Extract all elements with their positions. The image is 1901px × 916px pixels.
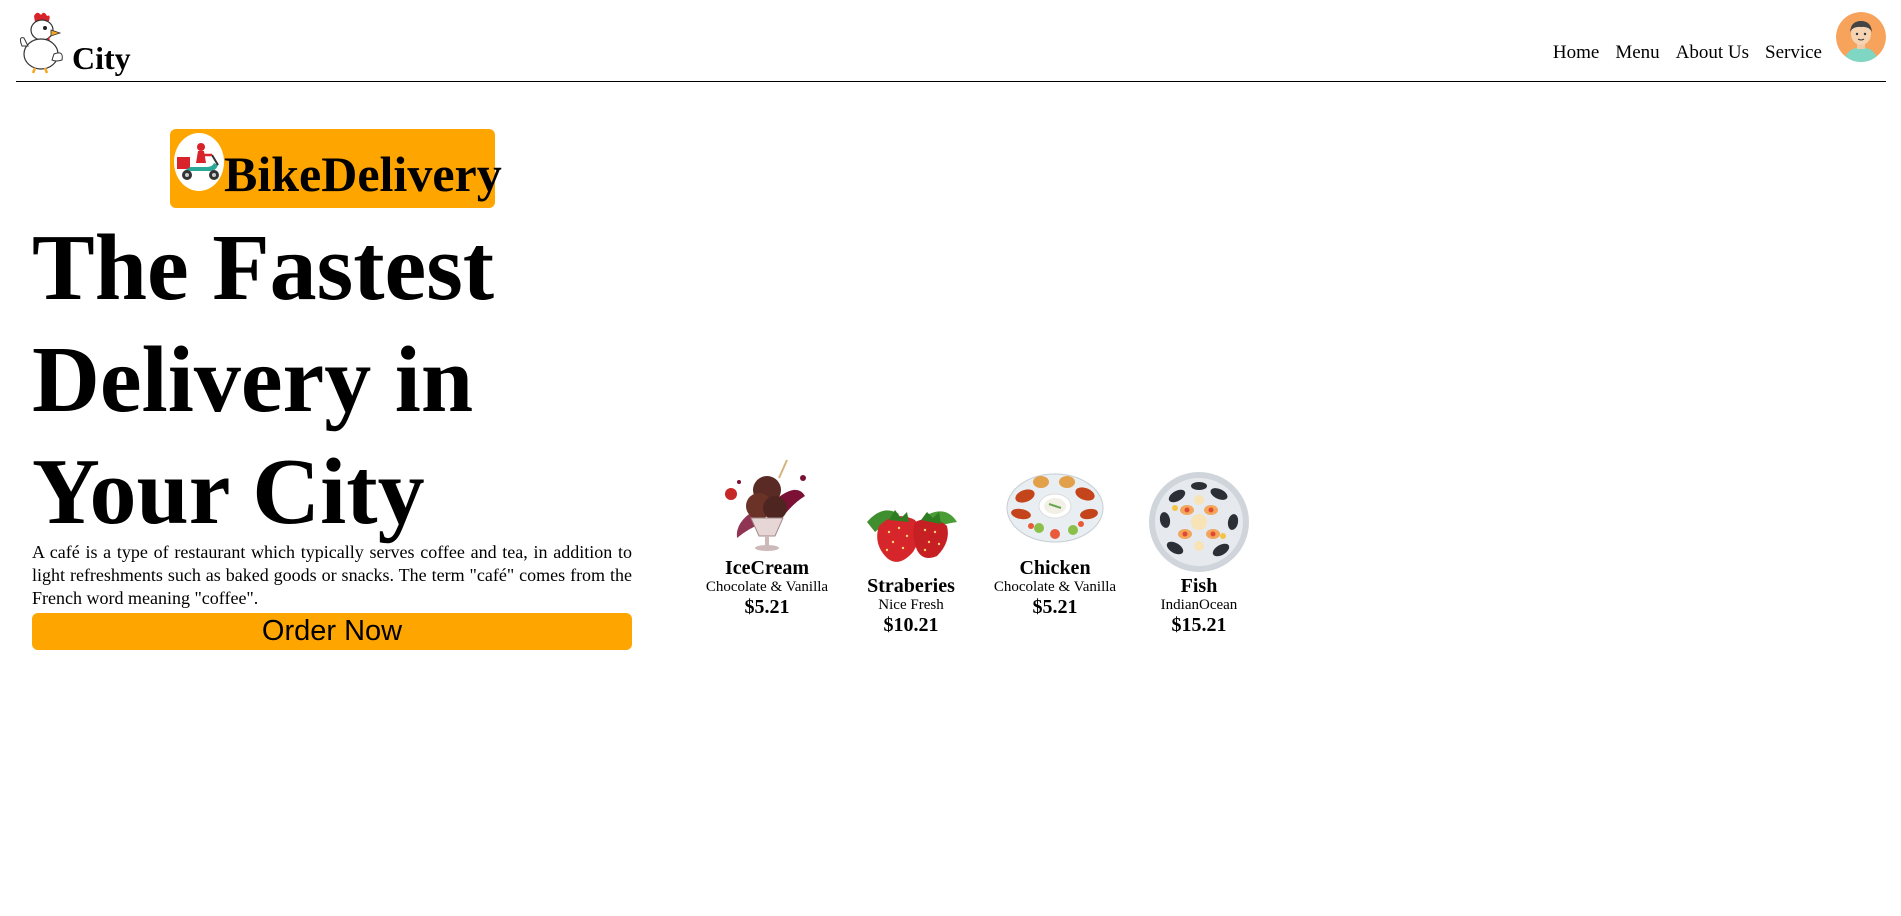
- nav-about-us[interactable]: About Us: [1676, 42, 1749, 64]
- food-price: $5.21: [744, 596, 790, 618]
- food-description: IndianOcean: [1160, 597, 1238, 613]
- food-card-icecream[interactable]: IceCream Chocolate & Vanilla $5.21: [702, 452, 832, 618]
- main-nav: Home Menu About Us Service: [1553, 42, 1822, 64]
- page: City Home Menu About Us Service BikeDeli…: [0, 0, 1901, 916]
- food-name: IceCream: [724, 557, 810, 579]
- hero-title: The Fastest Delivery in Your City: [32, 216, 495, 544]
- nav-menu[interactable]: Menu: [1615, 42, 1659, 64]
- nav-home[interactable]: Home: [1553, 42, 1599, 64]
- chicken-logo-icon[interactable]: [16, 10, 70, 74]
- food-price: $10.21: [883, 614, 939, 636]
- strawberries-image-icon: [859, 470, 963, 574]
- food-name: Straberies: [867, 575, 955, 597]
- chicken-plate-image-icon: [1003, 452, 1107, 556]
- order-now-button[interactable]: Order Now: [32, 613, 632, 650]
- brand-name: City: [72, 40, 131, 76]
- food-name: Fish: [1180, 575, 1218, 597]
- food-name: Chicken: [1019, 557, 1091, 579]
- food-description: Nice Fresh: [878, 597, 944, 613]
- food-card-fish[interactable]: Fish IndianOcean $15.21: [1134, 470, 1264, 636]
- hero-description: A café is a type of restaurant which typ…: [32, 542, 632, 608]
- delivery-scooter-icon: [174, 133, 224, 191]
- food-card-chicken[interactable]: Chicken Chocolate & Vanilla $5.21: [990, 452, 1120, 618]
- food-description: Chocolate & Vanilla: [705, 579, 829, 595]
- nav-service[interactable]: Service: [1765, 42, 1822, 64]
- food-description: Chocolate & Vanilla: [993, 579, 1117, 595]
- site-header: City Home Menu About Us Service: [16, 0, 1886, 82]
- food-price: $5.21: [1032, 596, 1078, 618]
- food-price: $15.21: [1171, 614, 1227, 636]
- user-avatar-icon[interactable]: [1836, 12, 1886, 62]
- food-card-strawberries[interactable]: Straberies Nice Fresh $10.21: [846, 470, 976, 636]
- seafood-plate-image-icon: [1147, 470, 1251, 574]
- badge-text: BikeDelivery: [224, 146, 502, 202]
- icecream-image-icon: [715, 452, 819, 556]
- bike-delivery-badge: BikeDelivery: [170, 129, 502, 208]
